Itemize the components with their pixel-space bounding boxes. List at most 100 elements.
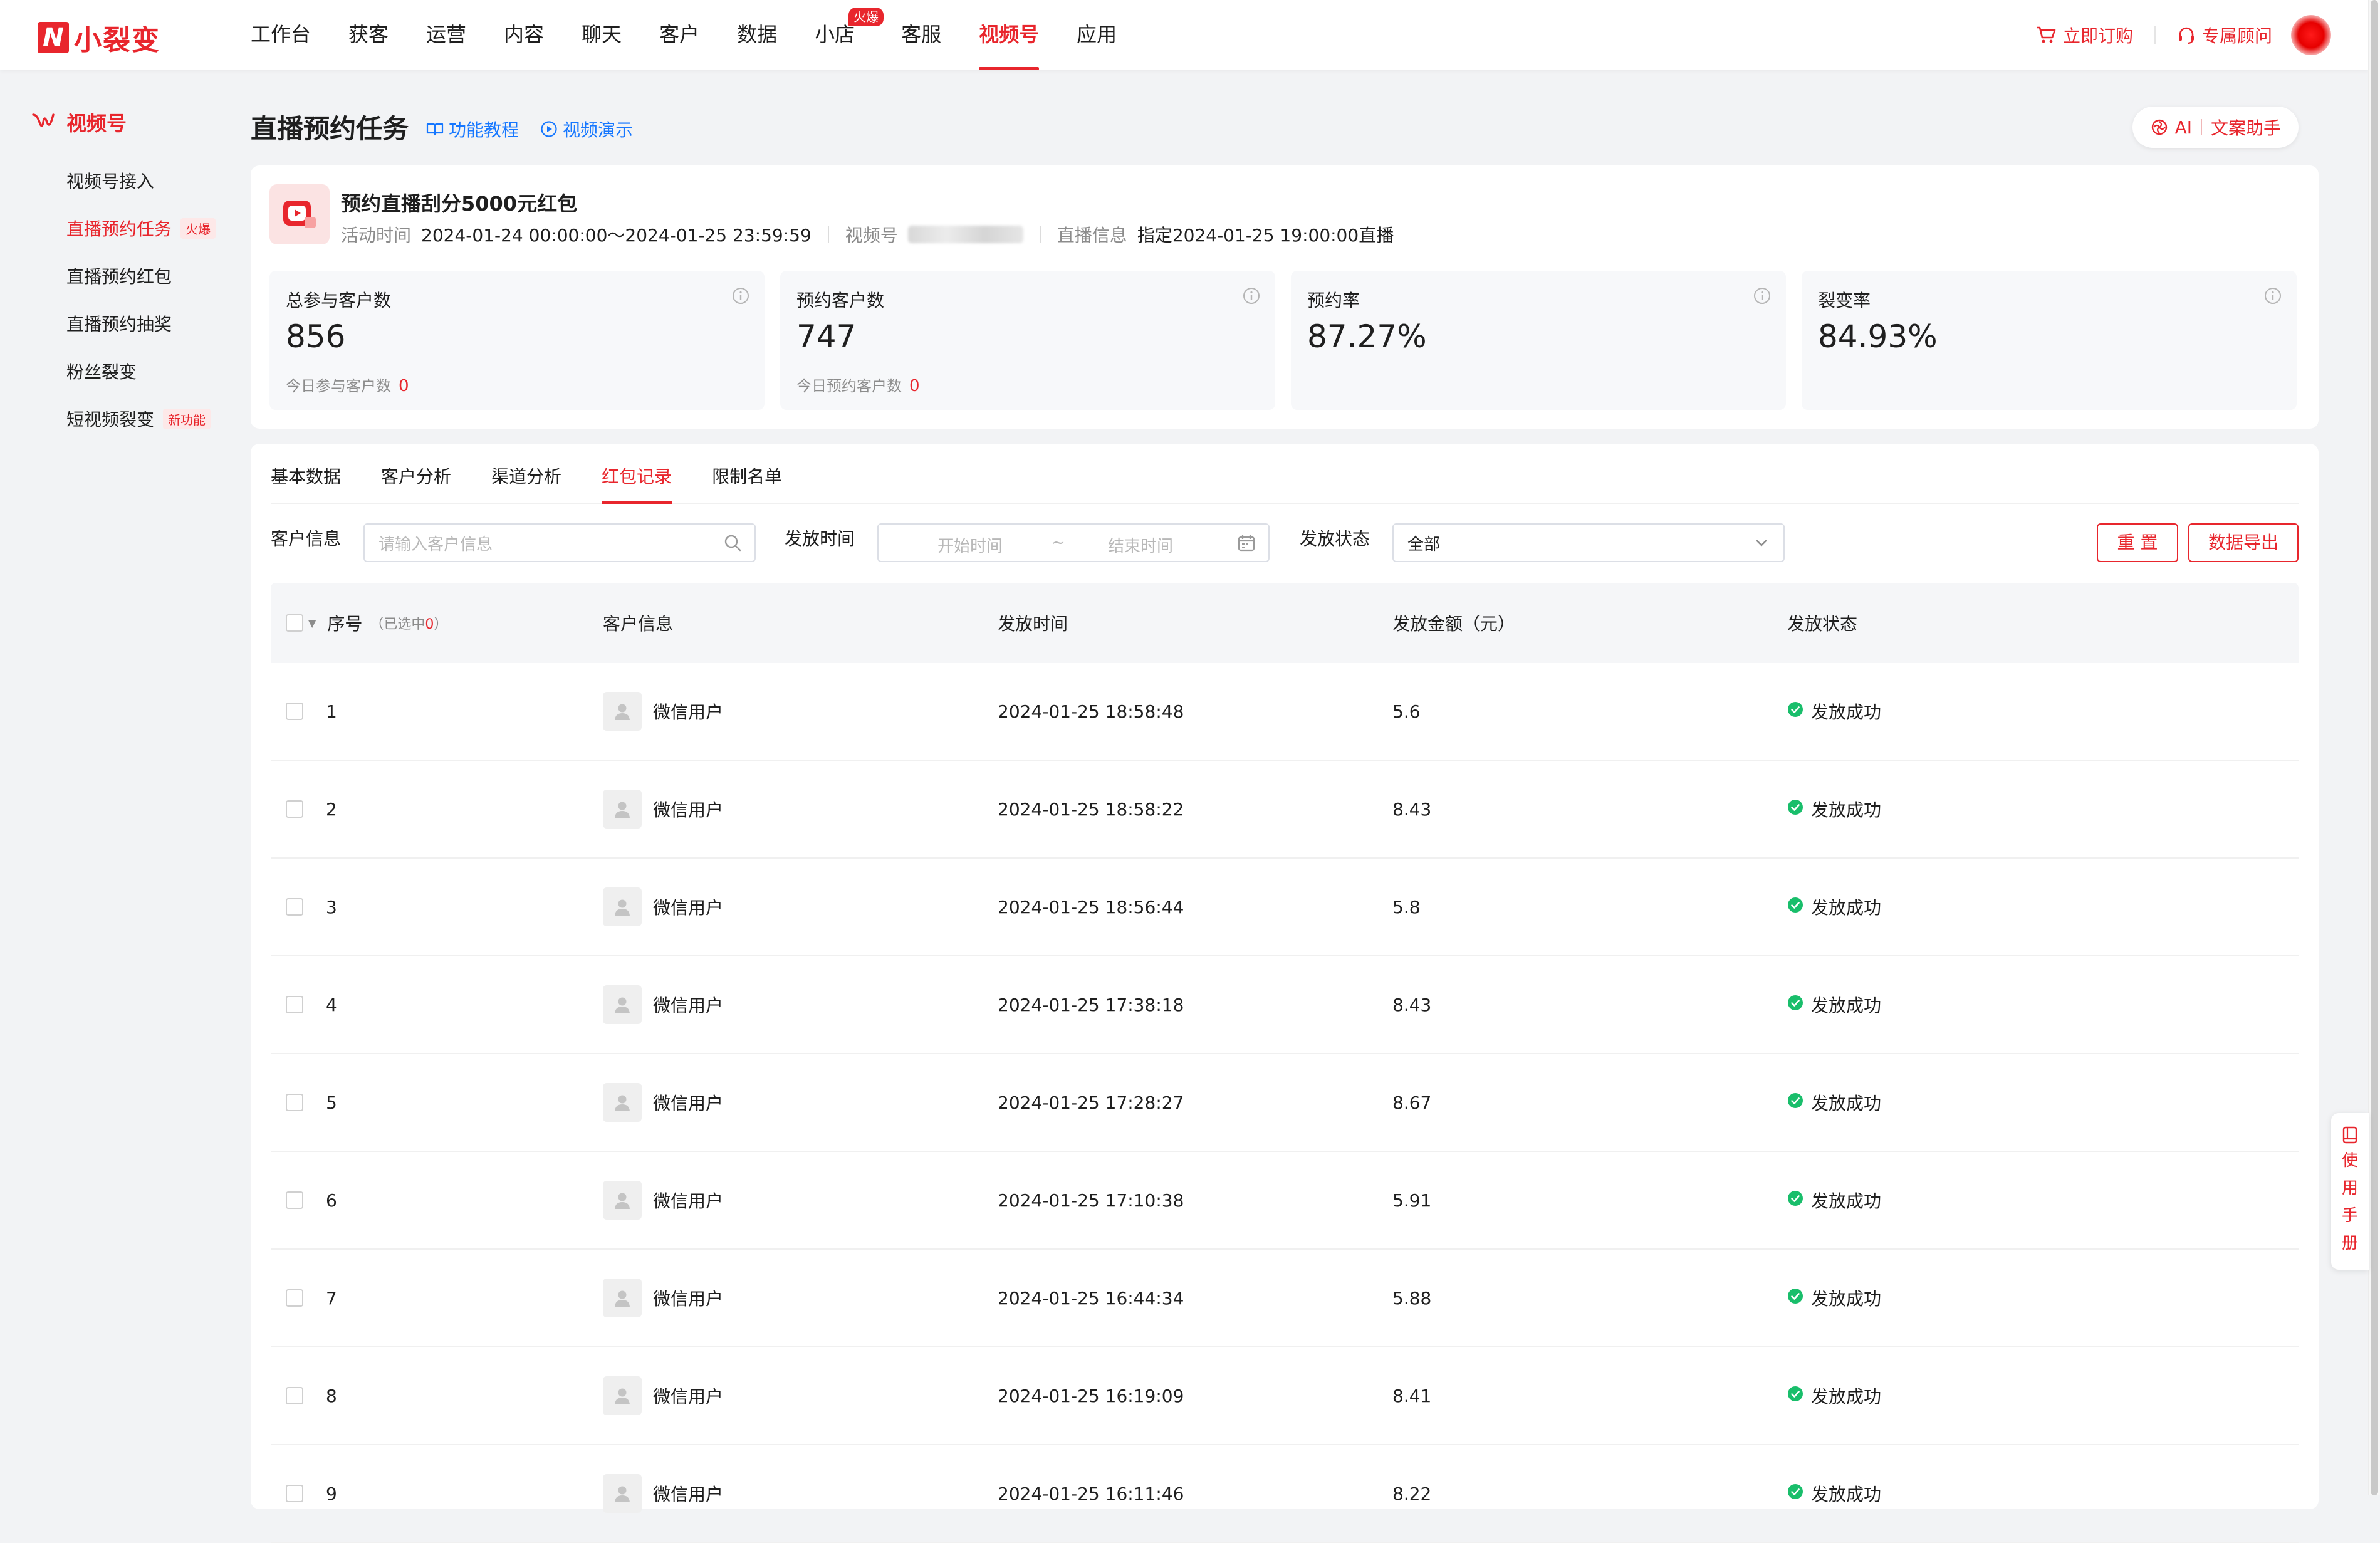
- nav-item-content[interactable]: 内容: [504, 0, 544, 70]
- row-checkbox[interactable]: [286, 1485, 303, 1502]
- customer-name: 微信用户: [653, 1191, 724, 1211]
- info-icon[interactable]: [732, 287, 749, 305]
- row-index: 9: [326, 1483, 337, 1504]
- manual-char: 用: [2341, 1179, 2358, 1198]
- issue-status-select[interactable]: 全部: [1392, 523, 1785, 562]
- row-checkbox[interactable]: [286, 1387, 303, 1404]
- nav-item-shop[interactable]: 小店 火爆: [815, 0, 884, 70]
- row-index: 7: [326, 1287, 337, 1309]
- row-checkbox[interactable]: [286, 703, 303, 720]
- nav-item-workbench[interactable]: 工作台: [251, 0, 311, 70]
- nav-item-acquisition[interactable]: 获客: [348, 0, 389, 70]
- advisor-label: 专属顾问: [2201, 26, 2272, 46]
- row-customer: 微信用户: [603, 1054, 723, 1151]
- info-icon[interactable]: [1243, 287, 1260, 305]
- sidebar-item-live-red-packet[interactable]: 直播预约红包: [66, 263, 172, 288]
- nav-item-customer[interactable]: 客户: [659, 0, 699, 70]
- page-scrollbar[interactable]: [2368, 0, 2380, 1495]
- row-select-cell: 5: [286, 1054, 337, 1151]
- sidebar-item-short-video-fission[interactable]: 短视频裂变 新功能: [66, 406, 211, 431]
- customer-name: 微信用户: [653, 1093, 724, 1114]
- stat-label: 裂变率: [1818, 290, 1871, 311]
- sidebar-item-label: 直播预约红包: [66, 266, 172, 287]
- row-checkbox[interactable]: [286, 996, 303, 1013]
- row-select-cell: 3: [286, 859, 337, 955]
- stat-value: 856: [286, 318, 346, 355]
- tab-channel-analysis[interactable]: 渠道分析: [491, 444, 561, 503]
- row-checkbox[interactable]: [286, 1289, 303, 1307]
- tab-restriction-list[interactable]: 限制名单: [712, 444, 782, 503]
- issue-time-range-picker[interactable]: 开始时间 ~ 结束时间: [877, 523, 1270, 562]
- success-check-icon: [1787, 1386, 1803, 1406]
- subscribe-link[interactable]: 立即订购: [2035, 23, 2133, 48]
- success-check-icon: [1787, 1288, 1803, 1309]
- row-select-cell: 9: [286, 1445, 337, 1542]
- user-avatar[interactable]: [2291, 15, 2331, 55]
- avatar-placeholder-icon: [603, 1083, 642, 1122]
- sidebar-item-live-lottery[interactable]: 直播预约抽奖: [66, 311, 172, 336]
- start-time-placeholder: 开始时间: [937, 537, 1003, 556]
- sidebar-item-channel-access[interactable]: 视频号接入: [66, 168, 154, 193]
- caret-down-icon[interactable]: ▼: [308, 617, 316, 629]
- nav-item-operation[interactable]: 运营: [426, 0, 466, 70]
- row-amount: 8.43: [1392, 798, 1432, 820]
- sidebar-item-live-reservation-task[interactable]: 直播预约任务 火爆: [66, 216, 216, 241]
- customer-search-input[interactable]: 请输入客户信息: [363, 523, 756, 562]
- column-issue-time: 发放时间: [998, 614, 1068, 634]
- tab-basic-data[interactable]: 基本数据: [271, 444, 341, 503]
- video-demo-link[interactable]: 视频演示: [540, 117, 633, 142]
- row-checkbox[interactable]: [286, 898, 303, 916]
- row-customer: 微信用户: [603, 859, 723, 955]
- activity-name: 预约直播刮分5000元红包: [341, 192, 578, 216]
- channel-label: 视频号: [845, 225, 898, 246]
- sidebar-title: 视频号: [66, 112, 127, 135]
- advisor-link[interactable]: 专属顾问: [2177, 23, 2272, 48]
- status-text: 发放成功: [1811, 1386, 1882, 1407]
- avatar-placeholder-icon: [603, 1474, 642, 1513]
- row-index: 3: [326, 896, 337, 918]
- brand-logo[interactable]: N 小裂变: [38, 18, 160, 58]
- table-row: 7 微信用户 2024-01-25 16:44:34 5.88 发放成功: [271, 1250, 2299, 1347]
- hot-tag: 火爆: [180, 217, 216, 239]
- row-amount: 5.6: [1392, 701, 1421, 722]
- export-data-button[interactable]: 数据导出: [2188, 523, 2299, 562]
- row-issue-time: 2024-01-25 16:11:46: [998, 1483, 1184, 1504]
- stat-label: 总参与客户数: [286, 290, 392, 311]
- data-tabs: 基本数据 客户分析 渠道分析 红包记录 限制名单: [271, 444, 2299, 504]
- sidebar-item-fan-fission[interactable]: 粉丝裂变: [66, 358, 137, 384]
- row-index: 6: [326, 1190, 337, 1211]
- info-icon[interactable]: [2264, 287, 2282, 305]
- row-amount: 5.88: [1392, 1287, 1432, 1309]
- stat-sub-label: 今日参与客户数: [286, 377, 391, 395]
- manual-char: 使: [2341, 1151, 2358, 1170]
- nav-item-channels[interactable]: 视频号: [979, 0, 1040, 70]
- row-checkbox[interactable]: [286, 800, 303, 818]
- customer-name: 微信用户: [653, 800, 724, 820]
- success-check-icon: [1787, 995, 1803, 1015]
- avatar-placeholder-icon: [603, 985, 642, 1024]
- cart-icon: [2036, 26, 2056, 43]
- row-select-cell: 7: [286, 1250, 337, 1346]
- user-manual-tab[interactable]: 使 用 手 册: [2331, 1113, 2369, 1270]
- nav-item-service[interactable]: 客服: [901, 0, 941, 70]
- tab-red-packet-records[interactable]: 红包记录: [602, 444, 672, 504]
- tab-customer-analysis[interactable]: 客户分析: [381, 444, 451, 503]
- select-all-checkbox[interactable]: [286, 614, 303, 632]
- reset-button[interactable]: 重 置: [2097, 523, 2178, 562]
- row-checkbox[interactable]: [286, 1094, 303, 1111]
- nav-item-data[interactable]: 数据: [737, 0, 777, 70]
- row-status: 发放成功: [1787, 1152, 1881, 1248]
- row-status: 发放成功: [1787, 1250, 1881, 1346]
- info-icon[interactable]: [1753, 287, 1771, 305]
- search-icon[interactable]: [723, 533, 742, 552]
- column-customer: 客户信息: [603, 614, 674, 634]
- selected-count: 0: [425, 617, 434, 632]
- row-amount: 5.8: [1392, 896, 1421, 918]
- nav-item-apps[interactable]: 应用: [1077, 0, 1117, 70]
- row-checkbox[interactable]: [286, 1191, 303, 1209]
- red-packet-records-table: ▼ 序号 （已选中0） 客户信息 发放时间 发放金额（元） 发放状态 1 微信用户…: [271, 583, 2299, 1543]
- ai-copywriting-assistant-button[interactable]: AI 文案助手: [2132, 107, 2299, 148]
- tutorial-link[interactable]: 功能教程: [426, 117, 519, 142]
- nav-item-chat[interactable]: 聊天: [582, 0, 622, 70]
- scrollbar-thumb[interactable]: [2371, 0, 2378, 1495]
